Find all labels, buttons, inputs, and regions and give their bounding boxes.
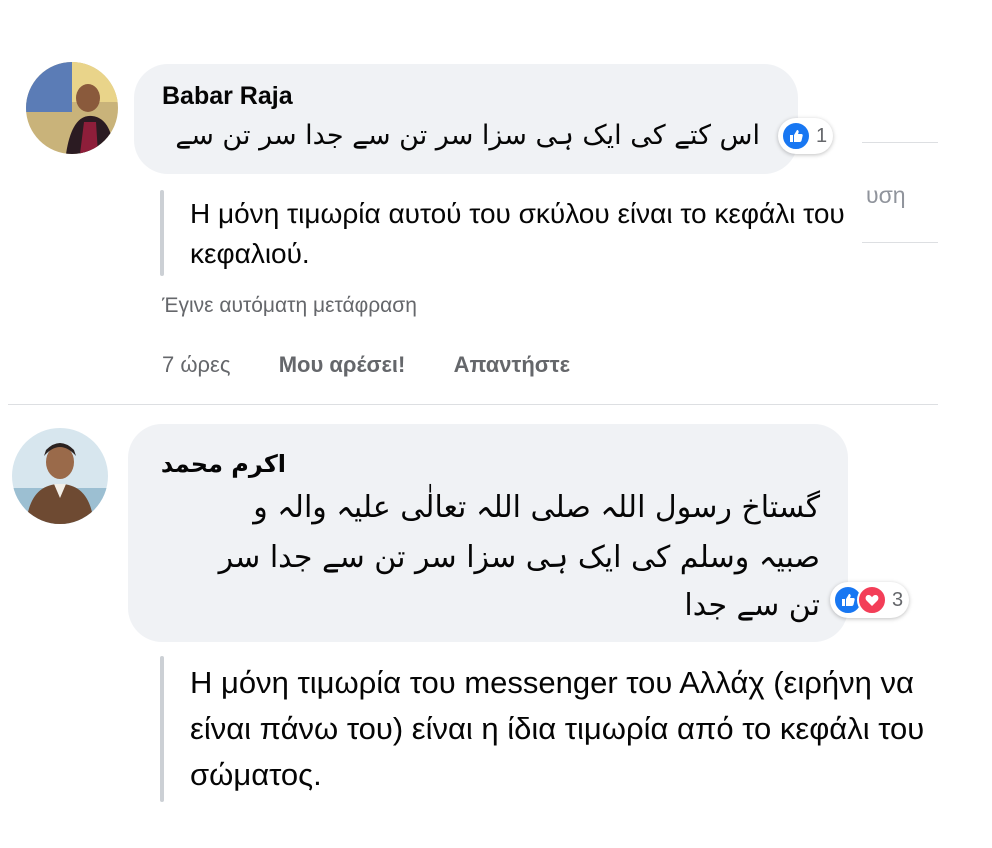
comment-timestamp[interactable]: 7 ώρες bbox=[162, 352, 230, 377]
avatar[interactable] bbox=[26, 62, 118, 154]
comment-text-line: صبیہ وسلم کی ایک ہی سزا سر تن سے جدا سر bbox=[218, 540, 820, 575]
comment-author[interactable]: اکرم محمد bbox=[160, 450, 286, 478]
comment-bubble bbox=[134, 64, 798, 174]
love-icon bbox=[857, 585, 887, 615]
like-icon bbox=[781, 121, 811, 151]
background-divider bbox=[862, 242, 938, 243]
like-button[interactable]: Μου αρέσει! bbox=[279, 352, 406, 377]
translation-text: Η μόνη τιμωρία του messenger του Αλλάχ (… bbox=[190, 665, 925, 792]
comment-text-line: گستاخ رسول اللہ صلی اللہ تعالٰی علیہ وال… bbox=[253, 490, 820, 525]
reaction-summary[interactable]: 3 bbox=[830, 582, 910, 618]
reaction-summary[interactable]: 1 bbox=[778, 118, 834, 154]
background-divider bbox=[862, 142, 938, 143]
translation-bar bbox=[160, 656, 164, 802]
comment-author[interactable]: Babar Raja bbox=[162, 82, 293, 111]
background-partial-text: υση bbox=[866, 182, 906, 208]
reaction-count: 3 bbox=[892, 588, 904, 611]
translation-bar bbox=[160, 190, 164, 276]
comment-text: اس کتے کی ایک ہی سزا سر تن سے جدا سر تن … bbox=[175, 120, 760, 151]
avatar[interactable] bbox=[12, 428, 108, 524]
translation-note[interactable]: Έγινε αυτόματη μετάφραση bbox=[162, 294, 417, 318]
translation-text: Η μόνη τιμωρία αυτού του σκύλου είναι το… bbox=[190, 198, 845, 269]
comment-divider bbox=[8, 404, 938, 405]
reply-button[interactable]: Απαντήστε bbox=[454, 352, 570, 377]
comment-text-line: تن سے جدا bbox=[684, 588, 820, 623]
comment-actions: 7 ώρες Μου αρέσει! Απαντήστε bbox=[162, 352, 570, 378]
reaction-count: 1 bbox=[816, 124, 828, 147]
